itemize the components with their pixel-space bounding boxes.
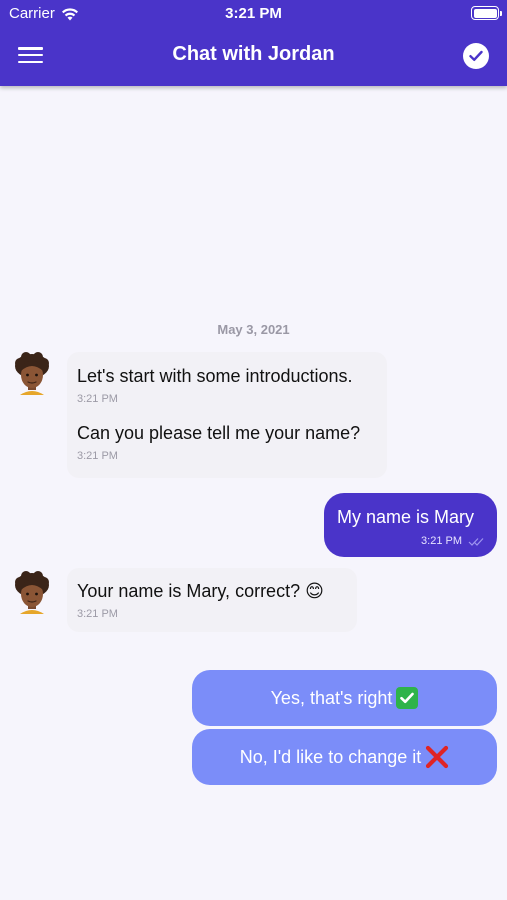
page-title: Chat with Jordan [172, 43, 335, 65]
message-time: 3:21 PM [77, 608, 118, 620]
app-header: Carrier 3:21 PM Chat with Jordan [0, 0, 507, 86]
check-mark-button-icon [396, 687, 419, 709]
incoming-message: Your name is Mary, correct? 😊 3:21 PM [67, 568, 357, 632]
message-text: Can you please tell me your name? [77, 423, 361, 443]
message-text: My name is Mary [337, 507, 475, 527]
message-time: 3:21 PM [77, 450, 118, 462]
avatar [15, 571, 49, 614]
cross-mark-icon [426, 745, 449, 769]
avatar [15, 352, 49, 395]
incoming-message-group: Let's start with some introductions. 3:2… [67, 352, 387, 478]
check-circle-icon [469, 50, 483, 61]
date-separator: May 3, 2021 [217, 322, 290, 337]
message-time: 3:21 PM [421, 535, 462, 547]
message-time: 3:21 PM [77, 393, 118, 405]
status-time: 3:21 PM [225, 5, 282, 22]
reply-yes-button[interactable]: Yes, that's right [192, 670, 497, 726]
battery-icon [471, 6, 502, 20]
double-check-icon [468, 537, 484, 546]
confirm-button[interactable] [463, 43, 489, 69]
reply-label: No, I'd like to change it [239, 746, 422, 767]
message-text: Your name is Mary, correct? 😊 [77, 581, 324, 601]
reply-label: Yes, that's right [270, 687, 393, 708]
message-text: Let's start with some introductions. [77, 366, 353, 386]
message-meta: 3:21 PM [337, 535, 484, 547]
reply-no-button[interactable]: No, I'd like to change it [192, 729, 497, 785]
outgoing-message: My name is Mary 3:21 PM [324, 493, 497, 557]
